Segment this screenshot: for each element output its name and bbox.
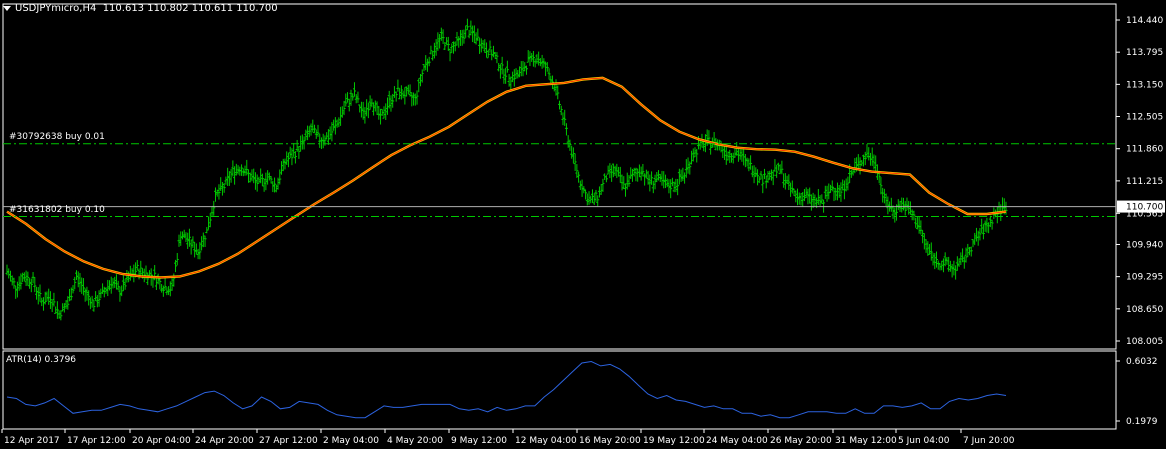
price-tick-label: 113.795 [1126,48,1163,58]
atr-line [6,360,1007,419]
time-tick-label: 12 May 04:00 [515,436,577,446]
time-tick-label: 31 May 12:00 [835,436,897,446]
atr-tick-label: 0.1979 [1126,417,1158,427]
atr-indicator-label: ATR(14) 0.3796 [6,355,77,365]
current-price-label: 110.700 [1126,203,1163,213]
chart-header: USDJPYmicro,H4 110.613 110.802 110.611 1… [3,3,278,14]
time-axis: 12 Apr 2017 17 Apr 12:00 20 Apr 04:00 24 Ap… [1,429,1015,446]
time-tick-label: 24 Apr 20:00 [195,436,254,446]
atr-axis: 0.6032 0.1979 [1116,357,1158,427]
price-tick-label: 114.440 [1126,16,1163,26]
moving-average-layer [6,76,1007,279]
atr-panel[interactable] [2,350,1117,430]
order-label-1: #30792638 buy 0.01 [9,131,105,142]
time-tick-label: 20 Apr 04:00 [132,436,191,446]
dropdown-triangle-icon[interactable] [3,5,11,11]
time-tick-label: 24 May 04:00 [706,436,768,446]
time-tick-label: 5 Jun 04:00 [898,436,950,446]
time-tick-label: 27 Apr 12:00 [259,436,318,446]
time-tick-label: 17 Apr 12:00 [67,436,126,446]
time-tick-label: 4 May 20:00 [387,436,443,446]
main-price-panel[interactable] [2,3,1117,350]
price-axis: 114.440 113.795 113.150 112.505 111.860 111.2… [3,16,1165,347]
atr-tick-label: 0.6032 [1126,357,1158,367]
price-tick-label: 109.940 [1126,240,1163,250]
time-tick-label: 12 Apr 2017 [4,436,60,446]
price-tick-label: 109.295 [1126,273,1163,283]
main-panel-border [2,3,1117,350]
time-tick-label: 19 May 12:00 [643,436,705,446]
time-tick-label: 16 May 20:00 [579,436,641,446]
order-label-2: #31631802 buy 0.10 [9,204,105,215]
moving-average-glow [6,76,1007,279]
price-tick-label: 111.860 [1126,145,1163,155]
price-tick-label: 113.150 [1126,80,1163,90]
atr-panel-border [2,350,1117,430]
time-tick-label: 7 Jun 20:00 [963,436,1015,446]
price-chart[interactable]: 114.440 113.795 113.150 112.505 111.860 111.2… [0,0,1166,449]
price-tick-label: 111.215 [1126,177,1163,187]
price-tick-label: 108.005 [1126,337,1163,347]
time-tick-label: 26 May 20:00 [770,436,832,446]
price-tick-label: 108.650 [1126,305,1163,315]
time-tick-label: 9 May 12:00 [451,436,507,446]
moving-average-line [6,77,1007,278]
symbol-label: USDJPYmicro,H4 [15,3,97,14]
time-tick-label: 2 May 04:00 [323,436,379,446]
ohlc-readout: 110.613 110.802 110.611 110.700 [102,3,278,14]
price-tick-label: 112.505 [1126,113,1163,123]
